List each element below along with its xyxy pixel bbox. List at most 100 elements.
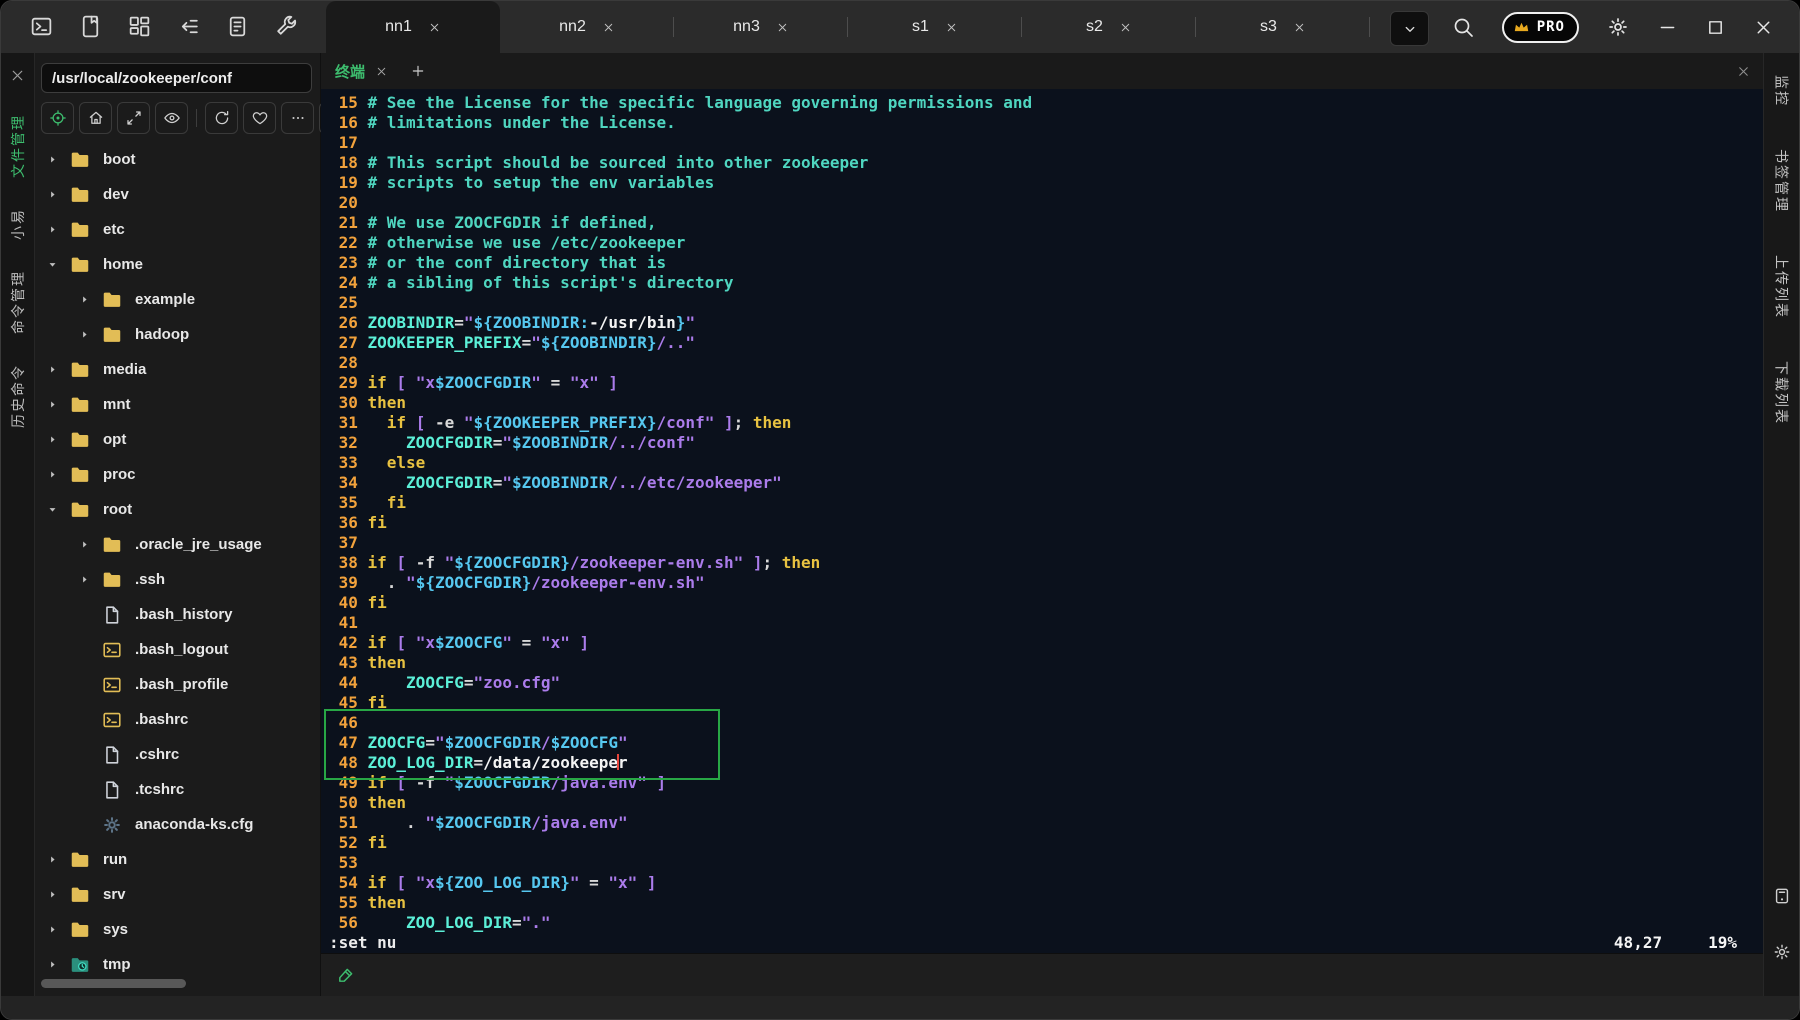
tab-overflow-button[interactable]	[1390, 11, 1429, 46]
heart-button[interactable]	[243, 102, 276, 134]
line-number: 51	[329, 813, 358, 833]
marker-button[interactable]	[335, 965, 356, 986]
tree-row[interactable]: .bashrc	[35, 702, 320, 737]
vim-editor[interactable]: 15# See the License for the specific lan…	[321, 89, 1763, 953]
tree-row[interactable]: dev	[35, 177, 320, 212]
pro-badge[interactable]: PRO	[1502, 12, 1579, 43]
code-token: /java.env"	[551, 773, 647, 792]
vim-command: :set nu	[329, 933, 396, 953]
close-panel-button[interactable]	[9, 67, 26, 84]
tree-row[interactable]: srv	[35, 877, 320, 912]
eye-button[interactable]	[155, 102, 188, 134]
session-tab[interactable]: nn3	[674, 1, 848, 53]
tree-row[interactable]: example	[35, 282, 320, 317]
code-token	[368, 673, 407, 692]
connections-launcher-button[interactable]	[176, 14, 202, 40]
book-launcher-button[interactable]	[78, 14, 104, 40]
tree-row[interactable]: .cshrc	[35, 737, 320, 772]
right-rail-item[interactable]: 书签管理	[1772, 149, 1792, 213]
tree-row[interactable]: sys	[35, 912, 320, 947]
code-token: if	[368, 553, 387, 572]
book-icon	[78, 14, 103, 39]
refresh-button[interactable]	[205, 102, 238, 134]
terminal-bottom-toolbar	[321, 953, 1763, 996]
locate-button[interactable]	[41, 102, 74, 134]
close-icon[interactable]	[776, 21, 789, 34]
wrench-launcher-button[interactable]	[274, 14, 300, 40]
tree-row[interactable]: hadoop	[35, 317, 320, 352]
monitor-button[interactable]	[1772, 886, 1792, 906]
close-icon[interactable]	[1293, 21, 1306, 34]
grid-launcher-button[interactable]	[127, 14, 153, 40]
path-input[interactable]	[41, 63, 312, 93]
code-token: $ZOOBINDIR	[512, 433, 608, 452]
tree-row[interactable]: mnt	[35, 387, 320, 422]
tree-row[interactable]: etc	[35, 212, 320, 247]
folder-icon	[69, 499, 91, 521]
more-button[interactable]	[281, 102, 314, 134]
code-token: [	[396, 553, 406, 572]
right-rail-item[interactable]: 下载列表	[1772, 361, 1792, 425]
tree-row[interactable]: .tcshrc	[35, 772, 320, 807]
terminal-launcher-button[interactable]	[29, 14, 55, 40]
session-tab[interactable]: s1	[848, 1, 1022, 53]
line-number: 33	[329, 453, 358, 473]
line-number: 40	[329, 593, 358, 613]
session-tab[interactable]: nn2	[500, 1, 674, 53]
tree-row[interactable]: tmp	[35, 947, 320, 976]
tree-row[interactable]: media	[35, 352, 320, 387]
code-token: /zookeeper-env.sh"	[531, 573, 704, 592]
tree-row[interactable]: home	[35, 247, 320, 282]
code-token: fi	[387, 493, 406, 512]
close-icon[interactable]	[945, 21, 958, 34]
scrollbar-thumb[interactable]	[41, 979, 186, 988]
right-rail-item[interactable]: 上传列表	[1772, 255, 1792, 319]
session-tab[interactable]: nn1	[326, 1, 500, 53]
close-icon[interactable]	[428, 21, 441, 34]
tree-row[interactable]: opt	[35, 422, 320, 457]
resize-button[interactable]	[117, 102, 150, 134]
tree-row[interactable]: run	[35, 842, 320, 877]
tree-row[interactable]: .oracle_jre_usage	[35, 527, 320, 562]
close-icon[interactable]	[602, 21, 615, 34]
tree-row[interactable]: proc	[35, 457, 320, 492]
sidebar-item[interactable]: 命令管理	[8, 270, 28, 334]
tree-item-label: .tcshrc	[135, 781, 184, 798]
caret-right-icon	[47, 854, 59, 865]
tree-row[interactable]: .bash_logout	[35, 632, 320, 667]
sidebar-item[interactable]: 文件管理	[8, 114, 28, 178]
caret-down-icon	[47, 259, 59, 270]
tree-row[interactable]: .ssh	[35, 562, 320, 597]
close-terminal-area-button[interactable]	[1736, 64, 1751, 79]
code-line: 54if [ "x${ZOO_LOG_DIR}" = "x" ]	[329, 873, 1763, 893]
sidebar-item[interactable]: 历史命令	[8, 364, 28, 428]
tree-row[interactable]: .bash_history	[35, 597, 320, 632]
settings-button[interactable]	[1772, 942, 1792, 962]
code-token: # See the License for the specific langu…	[368, 93, 1033, 112]
right-rail-item[interactable]: 监控	[1772, 75, 1792, 107]
close-icon[interactable]	[1119, 21, 1132, 34]
tree-row[interactable]: anaconda-ks.cfg	[35, 807, 320, 842]
settings-button[interactable]	[1606, 15, 1630, 39]
maximize-button[interactable]	[1705, 17, 1726, 38]
minimize-button[interactable]	[1657, 17, 1678, 38]
line-number: 42	[329, 633, 358, 653]
sidebar-item[interactable]: 小易	[8, 208, 28, 240]
server-launcher-button[interactable]	[225, 14, 251, 40]
close-window-button[interactable]	[1753, 17, 1774, 38]
code-line: 42if [ "x$ZOOCFG" = "x" ]	[329, 633, 1763, 653]
session-tab[interactable]: s2	[1022, 1, 1196, 53]
code-token	[368, 473, 407, 492]
session-tab[interactable]: s3	[1196, 1, 1370, 53]
tree-row[interactable]: root	[35, 492, 320, 527]
close-icon[interactable]	[375, 65, 388, 78]
more-icon	[289, 109, 307, 127]
search-button[interactable]	[1451, 15, 1475, 39]
code-token: ${ZOOCFGDIR}	[416, 573, 532, 592]
add-terminal-button[interactable]	[410, 63, 426, 79]
home-button[interactable]	[79, 102, 112, 134]
tree-row[interactable]: .bash_profile	[35, 667, 320, 702]
terminal-tab[interactable]: 终端	[335, 61, 388, 82]
code-line: 40fi	[329, 593, 1763, 613]
tree-row[interactable]: boot	[35, 142, 320, 177]
